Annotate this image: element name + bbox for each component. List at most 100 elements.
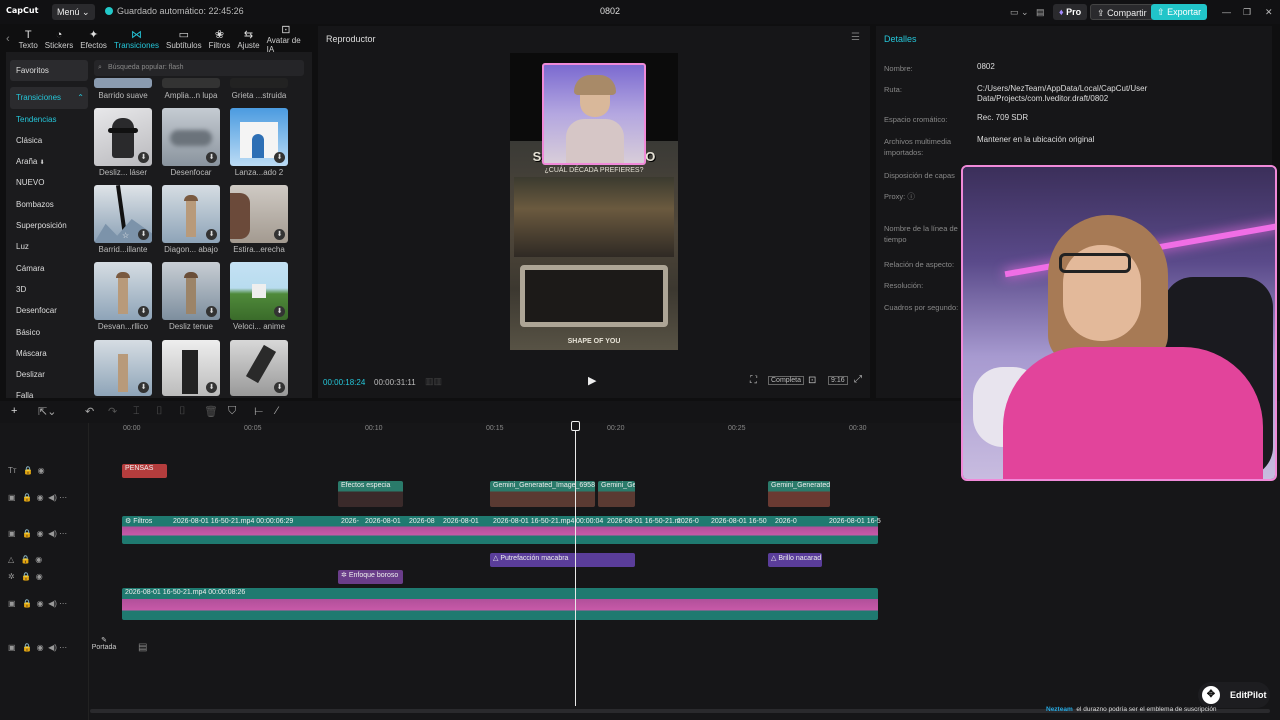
menu-icon[interactable]: ☰ — [851, 32, 860, 43]
more-icon[interactable]: ⋯ — [59, 599, 67, 608]
download-icon[interactable]: ⬇ — [206, 306, 217, 317]
star-icon[interactable]: ☆ — [122, 231, 129, 240]
eye-icon[interactable]: ◉ — [38, 466, 45, 475]
download-icon[interactable]: ⬇ — [138, 306, 149, 317]
download-icon[interactable]: ⬇ — [206, 382, 217, 393]
lock-icon[interactable]: 🔒 — [22, 529, 32, 538]
eye-icon[interactable]: ◉ — [37, 493, 44, 502]
download-icon[interactable]: ⬇ — [274, 152, 285, 163]
image-clip[interactable]: Gemini_Generated_Image_6958 — [490, 481, 595, 507]
audio-icon[interactable]: ◀) — [48, 599, 57, 608]
minimize-icon[interactable]: — — [1216, 4, 1237, 20]
category-item[interactable]: Desenfocar — [10, 300, 88, 321]
main-clip[interactable]: 2026-08-01 16-50-21.mp4 00:00:06:29 — [170, 517, 296, 526]
export-button[interactable]: ⇧ Exportar — [1151, 4, 1208, 20]
audio-icon[interactable]: ◀) — [48, 529, 57, 538]
main-clip[interactable]: 2026-0 — [674, 517, 702, 526]
split-right-icon[interactable]: ⌷ — [179, 405, 186, 418]
aspect-ratio-button[interactable]: 9:16 — [828, 376, 848, 385]
download-icon[interactable]: ⬇ — [138, 229, 149, 240]
close-icon[interactable]: ✕ — [1259, 4, 1279, 20]
eye-icon[interactable]: ◉ — [35, 555, 42, 564]
menu-button[interactable]: Menú ⌄ — [52, 4, 95, 20]
category-item[interactable]: Luz — [10, 236, 88, 257]
tab-texto[interactable]: T Texto — [19, 29, 38, 50]
eye-icon[interactable]: ◉ — [37, 529, 44, 538]
tab-stickers[interactable]: ◔ Stickers — [45, 29, 73, 50]
transition-thumb[interactable]: ⬇ — [94, 262, 152, 320]
freeze-icon[interactable]: ⊢ — [254, 405, 264, 418]
tab-avatar[interactable]: ⊡ Avatar de IA — [267, 24, 305, 54]
more-icon[interactable]: ⋯ — [59, 493, 67, 502]
transition-thumb[interactable] — [94, 78, 152, 88]
split-left-icon[interactable]: ⌷ — [156, 405, 163, 418]
collapse-icon[interactable]: ‹ — [6, 33, 10, 45]
category-favorites[interactable]: Favoritos — [10, 60, 88, 82]
effect-clip[interactable]: Efectos especia — [338, 481, 403, 507]
download-icon[interactable]: ⬇ — [274, 306, 285, 317]
main-clip[interactable]: 2026-08-01 — [362, 517, 404, 526]
transition-thumb[interactable]: ⬇ — [230, 262, 288, 320]
category-item[interactable]: Araña ⬇ — [10, 151, 88, 172]
transition-thumb[interactable]: ⬇ — [94, 108, 152, 166]
select-tool-icon[interactable]: ⇱⌄ — [38, 405, 56, 418]
lock-icon[interactable]: 🔒 — [22, 493, 32, 502]
main-clip[interactable]: 2026-08-01 — [440, 517, 482, 526]
transition-thumb[interactable]: ⬇ — [230, 108, 288, 166]
main-clip[interactable]: 2026-0 — [772, 517, 800, 526]
category-item[interactable]: NUEVO — [10, 172, 88, 193]
text-clip[interactable]: PENSAS — [122, 464, 167, 478]
transition-thumb[interactable]: ⬇ — [230, 185, 288, 243]
download-icon[interactable]: ⬇ — [274, 382, 285, 393]
transition-thumb[interactable]: ⬇ — [162, 262, 220, 320]
more-icon[interactable]: ⋯ — [59, 529, 67, 538]
category-item[interactable]: 3D — [10, 279, 88, 300]
main-clip[interactable]: 2026-08 — [406, 517, 438, 526]
transition-thumb[interactable] — [162, 78, 220, 88]
editpilot-badge[interactable]: ✥ EditPilot — [1198, 682, 1270, 708]
preview-video[interactable]: SALÓN DE ESPEJO ¿CUÁL DÉCADA PREFIERES? … — [510, 53, 678, 350]
effect-clip[interactable]: △ Putrefacción macabra — [490, 553, 635, 567]
category-item[interactable]: Bombazos — [10, 194, 88, 215]
category-item[interactable]: Cámara — [10, 258, 88, 279]
playhead[interactable] — [575, 424, 576, 706]
tab-ajuste[interactable]: ⇆ Ajuste — [237, 29, 259, 50]
lock-icon[interactable]: 🔒 — [21, 555, 31, 564]
lock-icon[interactable]: 🔒 — [22, 599, 32, 608]
main-clip[interactable]: 2026-08-01 16-5 — [826, 517, 884, 526]
eye-icon[interactable]: ◉ — [37, 643, 44, 652]
shortcut-icon[interactable]: ▤ — [1030, 4, 1051, 20]
playhead-handle[interactable] — [571, 421, 580, 431]
delete-icon[interactable]: 🗑 — [204, 405, 218, 418]
undo-icon[interactable]: ↶ — [85, 405, 94, 418]
category-item[interactable]: Máscara — [10, 343, 88, 364]
main-clip[interactable]: 2026- — [338, 517, 362, 526]
pro-button[interactable]: ♦ Pro — [1053, 4, 1088, 20]
audio-icon[interactable]: ◀) — [48, 643, 57, 652]
category-transitions[interactable]: Transiciones ⌃ — [10, 87, 88, 109]
download-icon[interactable]: ⬇ — [138, 382, 149, 393]
main-clip[interactable]: 2026-08-01 16-50-21.m — [604, 517, 684, 526]
audio-icon[interactable]: ◀) — [48, 493, 57, 502]
main-clip[interactable]: 2026-08-01 16-50-21.mp4 — [490, 517, 577, 526]
category-item[interactable]: Superposición — [10, 215, 88, 236]
download-icon[interactable]: ⬇ — [274, 229, 285, 240]
main-clip[interactable]: 00:00:04 — [573, 517, 606, 526]
transition-thumb[interactable]: ⬇ ☆ — [94, 185, 152, 243]
effect-clip[interactable]: ✲ Enfoque boroso — [338, 570, 403, 584]
transition-thumb[interactable]: ⬇ — [230, 340, 288, 396]
tab-subtitulos[interactable]: ▭ Subtítulos — [166, 29, 202, 50]
tab-efectos[interactable]: ✦ Efectos — [80, 29, 107, 50]
video2-track[interactable]: 2026-08-01 16-50-21.mp4 00:00:08:26 — [122, 588, 878, 620]
magic-icon[interactable]: ⁄ — [276, 405, 278, 417]
transition-thumb[interactable]: ⬇ — [162, 185, 220, 243]
redo-icon[interactable]: ↷ — [108, 405, 117, 418]
lock-icon[interactable]: 🔒 — [22, 643, 32, 652]
lock-icon[interactable]: 🔒 — [23, 466, 33, 475]
cover-button[interactable]: ✎ Portada — [91, 636, 117, 660]
search-input[interactable]: ⌕ Búsqueda popular: flash — [94, 60, 304, 76]
image-clip[interactable]: Gemini_Gen — [598, 481, 635, 507]
fullscreen-icon[interactable]: ⤢ — [854, 374, 862, 385]
split-icon[interactable]: ⌶ — [133, 405, 140, 418]
effect-clip[interactable]: △ Brillo nacarad — [768, 553, 822, 567]
